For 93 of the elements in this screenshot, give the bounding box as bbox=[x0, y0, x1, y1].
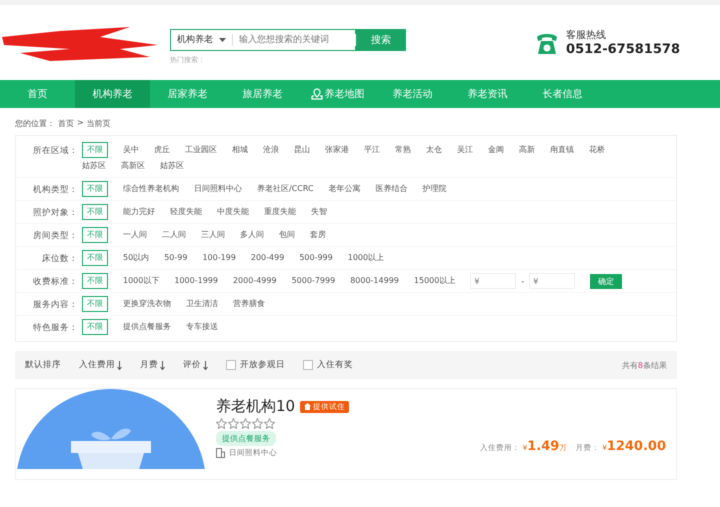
filter-option[interactable]: 张家港 bbox=[325, 142, 349, 158]
filter-option[interactable]: 甪直镇 bbox=[550, 142, 574, 158]
filter-option[interactable]: 三人间 bbox=[201, 227, 225, 243]
filter-option[interactable]: 姑苏区 bbox=[160, 158, 184, 174]
filter-option[interactable]: 1000-1999 bbox=[174, 273, 218, 289]
star-icon bbox=[264, 418, 275, 429]
star-icon bbox=[252, 418, 263, 429]
filter-option[interactable]: 工业园区 bbox=[185, 142, 217, 158]
checkbox[interactable] bbox=[303, 360, 313, 370]
filter-option[interactable]: 高新区 bbox=[121, 158, 145, 174]
filter-option[interactable]: 沧浪 bbox=[263, 142, 279, 158]
filter-option[interactable]: 轻度失能 bbox=[170, 204, 202, 220]
breadcrumb-item: 当前页 bbox=[86, 118, 111, 129]
filter-option[interactable]: 套房 bbox=[310, 227, 326, 243]
filter-option[interactable]: 一人间 bbox=[123, 227, 147, 243]
filter-option[interactable]: 失智 bbox=[311, 204, 327, 220]
filter-option[interactable]: 2000-4999 bbox=[232, 273, 277, 289]
filter-label: 服务内容： bbox=[32, 298, 78, 311]
star-icon bbox=[216, 418, 227, 429]
filter-option[interactable]: 8000-14999 bbox=[350, 273, 399, 289]
down-arrow-icon bbox=[160, 360, 165, 370]
filter-option[interactable]: 中度失能 bbox=[217, 204, 249, 220]
building-icon bbox=[216, 448, 225, 458]
filter-option[interactable]: 养老社区/CCRC bbox=[257, 181, 314, 197]
listing-title[interactable]: 养老机构10 bbox=[216, 397, 296, 416]
filter-option[interactable]: 1000以上 bbox=[348, 250, 384, 266]
filter-option[interactable]: 100-199 bbox=[202, 250, 236, 266]
hotline-number: 0512-67581578 bbox=[566, 42, 680, 57]
down-arrow-icon bbox=[203, 360, 208, 370]
result-count: 共有8条结果 bbox=[622, 360, 667, 370]
sort-option[interactable]: 默认排序 bbox=[25, 359, 61, 371]
checkbox[interactable] bbox=[226, 360, 236, 370]
breadcrumb-item[interactable]: 首页 bbox=[58, 118, 74, 129]
filter-label: 床位数： bbox=[41, 253, 78, 265]
filter-label: 机构类型： bbox=[32, 184, 78, 196]
filter-option[interactable]: 高新 bbox=[519, 142, 535, 158]
sort-option[interactable]: 入住费用 bbox=[79, 359, 122, 371]
filter-option[interactable]: 200-499 bbox=[250, 250, 284, 266]
filter-option[interactable]: 平江 bbox=[364, 142, 380, 158]
sort-option[interactable]: 月费 bbox=[140, 359, 165, 371]
filter-option[interactable]: 营养膳食 bbox=[233, 296, 265, 312]
filter-option[interactable]: 更换穿洗衣物 bbox=[123, 296, 171, 312]
filter-label: 特色服务： bbox=[32, 322, 78, 334]
filter-option[interactable]: 吴江 bbox=[457, 142, 473, 158]
filter-option[interactable]: 金阊 bbox=[488, 142, 504, 158]
hotline-label: 客服热线 bbox=[566, 28, 608, 42]
filter-option[interactable]: 昆山 bbox=[294, 142, 310, 158]
filter-label: 所在区域： bbox=[32, 145, 78, 157]
star-icon bbox=[228, 418, 239, 429]
filter-option[interactable]: 专车接送 bbox=[186, 319, 218, 335]
filter-checkbox[interactable]: 入住有奖 bbox=[303, 359, 353, 371]
caret-icon bbox=[219, 38, 226, 42]
sort-option[interactable]: 评价 bbox=[183, 359, 208, 371]
min-price-field[interactable]: ¥ bbox=[470, 273, 516, 289]
filter-option[interactable]: 重度失能 bbox=[264, 204, 296, 220]
filter-option[interactable]: 50以内 bbox=[123, 250, 150, 266]
filter-option[interactable]: 综合性养老机构 bbox=[123, 181, 179, 197]
filter-option[interactable]: 卫生清洁 bbox=[186, 296, 218, 312]
filter-option[interactable]: 多人间 bbox=[240, 227, 264, 243]
filter-option[interactable]: 花桥 bbox=[589, 142, 605, 158]
filter-option[interactable]: 15000以上 bbox=[414, 273, 456, 289]
range-separator: - bbox=[521, 276, 524, 286]
filter-option[interactable]: 老年公寓 bbox=[328, 181, 361, 197]
filter-label: 收费标准： bbox=[32, 276, 78, 288]
filter-option[interactable]: 护理院 bbox=[422, 181, 447, 197]
filter-option[interactable]: 50-99 bbox=[164, 250, 188, 266]
filter-option[interactable]: 姑苏区 bbox=[82, 158, 106, 174]
breadcrumb-item: 您的位置： bbox=[15, 118, 55, 129]
service-tag: 提供点餐服务 bbox=[216, 431, 276, 446]
filter-option[interactable]: 常熟 bbox=[395, 142, 411, 158]
filter-option[interactable]: 虎丘 bbox=[154, 142, 170, 158]
filter-option[interactable]: 5000-7999 bbox=[292, 273, 336, 289]
filter-option[interactable]: 1000以下 bbox=[123, 273, 160, 289]
star-icon bbox=[240, 418, 251, 429]
filter-option[interactable]: 500-999 bbox=[299, 250, 333, 266]
map-pin-icon bbox=[310, 88, 322, 100]
filter-option[interactable]: 相城 bbox=[232, 142, 248, 158]
filter-label: 照护对象： bbox=[32, 207, 78, 219]
breadcrumb-item: > bbox=[77, 118, 84, 129]
filter-option[interactable]: 提供点餐服务 bbox=[123, 319, 171, 335]
nav-tab[interactable]: 机构养老 bbox=[75, 80, 150, 108]
filter-label: 房间类型： bbox=[32, 230, 78, 242]
filter-option[interactable]: 吴中 bbox=[123, 142, 139, 158]
max-price-field[interactable]: ¥ bbox=[529, 273, 576, 289]
filter-option[interactable]: 能力完好 bbox=[123, 204, 155, 220]
filter-option[interactable]: 日间照料中心 bbox=[194, 181, 242, 197]
filter-checkbox[interactable]: 开放参观日 bbox=[226, 359, 285, 371]
house-icon bbox=[304, 403, 312, 410]
filter-option[interactable]: 太仓 bbox=[426, 142, 442, 158]
filter-option[interactable]: 医养结合 bbox=[376, 181, 408, 197]
filter-option[interactable]: 包间 bbox=[279, 227, 295, 243]
filter-option[interactable]: 二人间 bbox=[162, 227, 186, 243]
down-arrow-icon bbox=[117, 360, 122, 370]
